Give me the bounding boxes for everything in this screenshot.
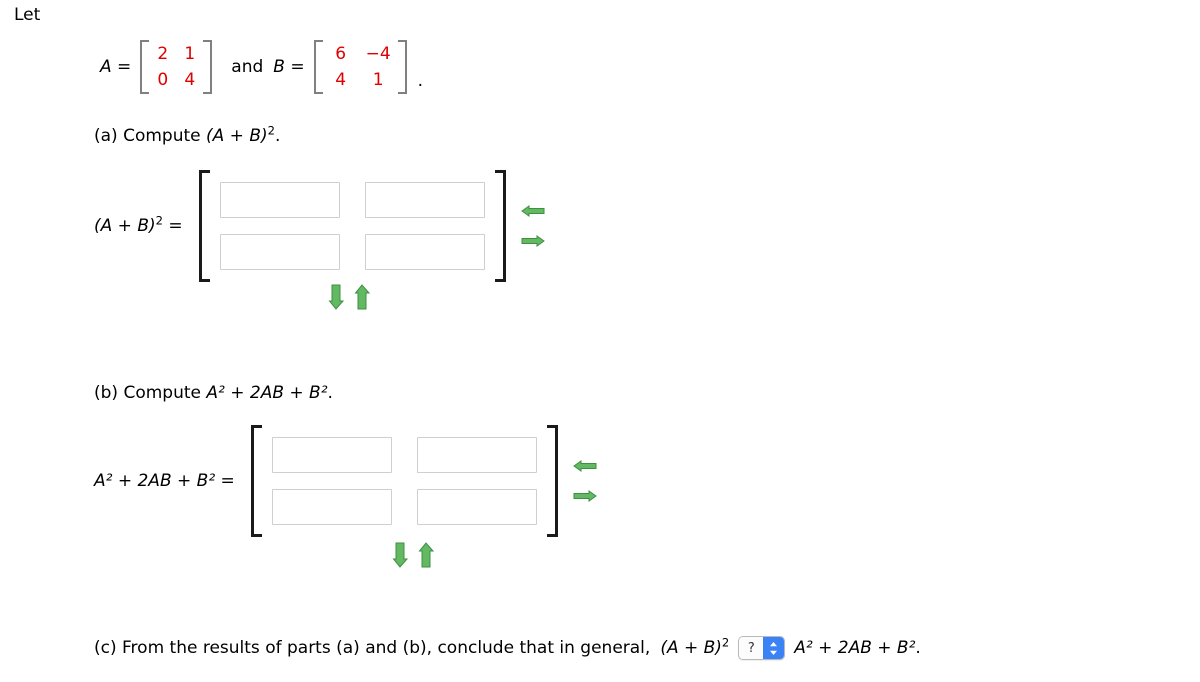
part-c-left-expr-exponent: 2	[721, 635, 730, 650]
matrix-b-equals: =	[290, 57, 305, 77]
part-c-left-expr-base: (A + B)	[660, 638, 722, 658]
part-a-answer-label-expr: (A + B)2	[94, 213, 163, 236]
part-a-remove-column-arrow-left-icon[interactable]	[520, 203, 546, 219]
matrix-b-cell-r1c1: 6	[335, 44, 347, 64]
part-c-row: (c) From the results of parts (a) and (b…	[94, 636, 921, 660]
part-a-answer-equals: =	[168, 216, 183, 236]
conjunction-and: and	[231, 57, 264, 77]
part-c-left-expression: (A + B)2	[660, 635, 730, 658]
part-a-add-row-arrow-down-icon[interactable]	[328, 283, 345, 311]
part-b-column-controls	[572, 458, 598, 504]
matrix-a-grid: 2 1 0 4	[149, 40, 203, 94]
part-a-remove-row-arrow-up-icon[interactable]	[354, 283, 371, 311]
matrix-a-right-bracket	[203, 40, 213, 94]
part-a-input-r1c2[interactable]	[364, 182, 485, 218]
part-b-answer-equals: =	[220, 471, 235, 491]
part-b-add-column-arrow-right-icon[interactable]	[572, 488, 598, 504]
updown-chevron-icon[interactable]	[763, 637, 785, 659]
part-a-heading-suffix: .	[274, 126, 281, 146]
part-a-matrix-grid	[210, 170, 495, 282]
matrix-a-name: A	[100, 57, 112, 77]
matrix-a-cell-r2c2: 4	[184, 70, 196, 90]
part-a-answer-label-exponent: 2	[155, 213, 163, 228]
part-b-answer-block: A² + 2AB + B² =	[94, 425, 598, 537]
part-b-heading-suffix: .	[327, 383, 333, 403]
matrix-b-grid: 6 −4 4 1	[323, 40, 398, 94]
part-a-heading-prefix: (a) Compute	[94, 126, 201, 146]
part-c-text-after: .	[915, 638, 921, 658]
matrix-a-cell-r2c1: 0	[157, 70, 169, 90]
part-b-heading: (b) Compute A² + 2AB + B².	[94, 383, 333, 403]
part-c-text-before: (c) From the results of parts (a) and (b…	[94, 638, 651, 658]
matrix-a-cell-r1c2: 1	[184, 44, 196, 64]
part-b-add-row-arrow-down-icon[interactable]	[392, 541, 409, 569]
part-b-right-bracket	[546, 425, 558, 537]
part-b-heading-expression: A² + 2AB + B²	[206, 383, 328, 403]
part-b-matrix	[250, 425, 558, 537]
part-c-right-expression: A² + 2AB + B²	[794, 638, 916, 658]
part-a-heading-expr-base: (A + B)	[206, 126, 268, 146]
part-b-heading-prefix: (b) Compute	[94, 383, 201, 403]
matrix-b-label: B =	[273, 57, 304, 77]
matrix-b-left-bracket	[313, 40, 323, 94]
part-a-matrix	[198, 170, 506, 282]
part-c-select-value: ?	[739, 637, 764, 659]
matrix-b-name: B	[273, 57, 285, 77]
part-b-answer-label-expr: A² + 2AB + B²	[94, 471, 216, 491]
part-a-left-bracket	[198, 170, 210, 282]
part-b-remove-row-arrow-up-icon[interactable]	[418, 541, 435, 569]
given-trailing-period: .	[417, 71, 424, 91]
part-a-column-controls	[520, 203, 546, 249]
part-a-answer-label: (A + B)2 =	[94, 213, 183, 236]
part-a-heading-expression: (A + B)2	[206, 123, 275, 146]
part-a-input-r1c1[interactable]	[219, 182, 340, 218]
part-b-input-r1c2[interactable]	[416, 437, 537, 473]
part-a-input-r2c1[interactable]	[219, 234, 340, 270]
matrix-b: 6 −4 4 1	[313, 40, 407, 94]
part-c-comparison-select[interactable]: ?	[738, 636, 786, 660]
part-b-input-r2c2[interactable]	[416, 489, 537, 525]
part-b-input-r2c1[interactable]	[271, 489, 392, 525]
part-a-heading: (a) Compute (A + B)2.	[94, 123, 281, 146]
part-b-left-bracket	[250, 425, 262, 537]
matrix-a-label: A =	[100, 57, 131, 77]
part-a-heading-exponent: 2	[267, 123, 275, 138]
matrix-a-left-bracket	[140, 40, 150, 94]
part-b-input-r1c1[interactable]	[271, 437, 392, 473]
part-b-matrix-grid	[262, 425, 547, 537]
matrix-b-cell-r2c2: 1	[372, 70, 384, 90]
matrix-a-equals: =	[117, 57, 132, 77]
part-b-answer-label: A² + 2AB + B² =	[94, 471, 235, 491]
matrix-a: 2 1 0 4	[140, 40, 213, 94]
matrix-b-cell-r1c2: −4	[365, 44, 391, 64]
matrix-a-cell-r1c1: 2	[157, 44, 169, 64]
part-a-row-controls	[328, 283, 371, 311]
part-a-answer-label-base: (A + B)	[94, 216, 156, 236]
part-a-right-bracket	[494, 170, 506, 282]
given-matrices-row: A = 2 1 0 4 and B = 6 −4 4 1 .	[100, 40, 423, 94]
part-a-input-r2c2[interactable]	[364, 234, 485, 270]
part-a-answer-block: (A + B)2 =	[94, 170, 546, 282]
part-a-add-column-arrow-right-icon[interactable]	[520, 233, 546, 249]
part-b-remove-column-arrow-left-icon[interactable]	[572, 458, 598, 474]
part-b-row-controls	[392, 541, 435, 569]
matrix-b-cell-r2c1: 4	[335, 70, 347, 90]
intro-text: Let	[14, 5, 41, 25]
matrix-b-right-bracket	[397, 40, 407, 94]
